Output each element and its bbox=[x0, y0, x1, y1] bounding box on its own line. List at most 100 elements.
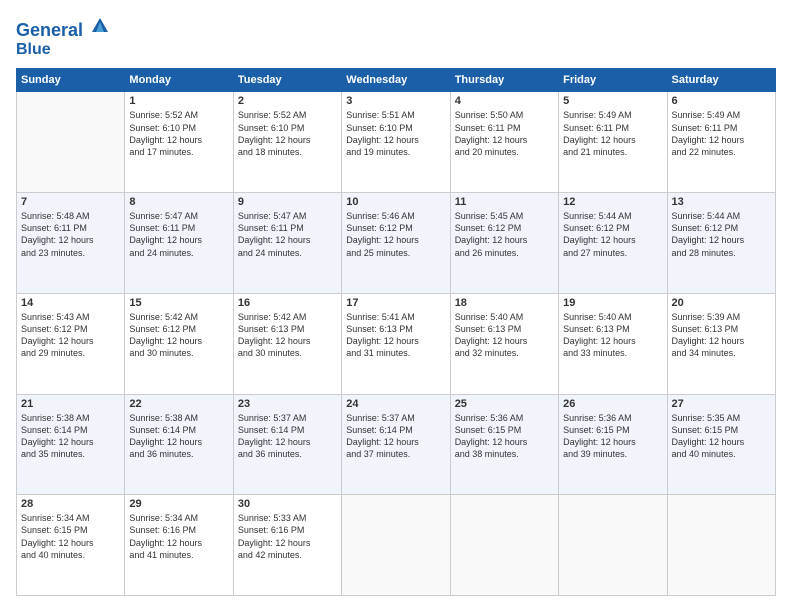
calendar-week-row: 7Sunrise: 5:48 AM Sunset: 6:11 PM Daylig… bbox=[17, 193, 776, 294]
calendar-cell: 28 Sunrise: 5:34 AM Sunset: 6:15 PM Dayli… bbox=[17, 495, 125, 596]
day-info: Sunrise: 5:37 AM Sunset: 6:14 PM Dayligh… bbox=[238, 412, 337, 461]
day-number: 21 bbox=[21, 398, 120, 410]
day-info: Sunrise: 5:42 AM Sunset: 6:12 PM Dayligh… bbox=[129, 311, 228, 360]
calendar-cell: 13 Sunrise: 5:44 AM Sunset: 6:12 PM Dayli… bbox=[667, 193, 775, 294]
calendar-cell: 30Sunrise: 5:33 AM Sunset: 6:16 PM Dayli… bbox=[233, 495, 341, 596]
calendar-cell: 9 Sunrise: 5:47 AM Sunset: 6:11 PM Daylig… bbox=[233, 193, 341, 294]
calendar-week-row: 14Sunrise: 5:43 AM Sunset: 6:12 PM Dayli… bbox=[17, 293, 776, 394]
header-wednesday: Wednesday bbox=[342, 69, 450, 92]
logo-general: General bbox=[16, 20, 83, 40]
day-number: 24 bbox=[346, 398, 445, 410]
calendar-cell: 17 Sunrise: 5:41 AM Sunset: 6:13 PM Dayli… bbox=[342, 293, 450, 394]
day-number: 20 bbox=[672, 297, 771, 309]
day-info: Sunrise: 5:47 AM Sunset: 6:11 PM Dayligh… bbox=[129, 210, 228, 259]
day-number: 6 bbox=[672, 95, 771, 107]
day-info: Sunrise: 5:33 AM Sunset: 6:16 PM Dayligh… bbox=[238, 512, 337, 561]
calendar-cell: 23 Sunrise: 5:37 AM Sunset: 6:14 PM Dayli… bbox=[233, 394, 341, 495]
calendar-cell: 26 Sunrise: 5:36 AM Sunset: 6:15 PM Dayli… bbox=[559, 394, 667, 495]
logo-blue: Blue bbox=[16, 41, 110, 59]
calendar-cell: 24 Sunrise: 5:37 AM Sunset: 6:14 PM Dayli… bbox=[342, 394, 450, 495]
day-number: 22 bbox=[129, 398, 228, 410]
calendar-cell: 21 Sunrise: 5:38 AM Sunset: 6:14 PM Dayli… bbox=[17, 394, 125, 495]
day-info: Sunrise: 5:44 AM Sunset: 6:12 PM Dayligh… bbox=[672, 210, 771, 259]
calendar-cell: 16Sunrise: 5:42 AM Sunset: 6:13 PM Dayli… bbox=[233, 293, 341, 394]
day-number: 13 bbox=[672, 196, 771, 208]
day-info: Sunrise: 5:52 AM Sunset: 6:10 PM Dayligh… bbox=[129, 109, 228, 158]
day-info: Sunrise: 5:35 AM Sunset: 6:15 PM Dayligh… bbox=[672, 412, 771, 461]
calendar-cell: 12Sunrise: 5:44 AM Sunset: 6:12 PM Dayli… bbox=[559, 193, 667, 294]
day-info: Sunrise: 5:34 AM Sunset: 6:15 PM Dayligh… bbox=[21, 512, 120, 561]
day-number: 29 bbox=[129, 498, 228, 510]
day-number: 3 bbox=[346, 95, 445, 107]
calendar-cell: 19 Sunrise: 5:40 AM Sunset: 6:13 PM Dayli… bbox=[559, 293, 667, 394]
calendar-cell: 18 Sunrise: 5:40 AM Sunset: 6:13 PM Dayli… bbox=[450, 293, 558, 394]
day-info: Sunrise: 5:37 AM Sunset: 6:14 PM Dayligh… bbox=[346, 412, 445, 461]
calendar-cell: 6 Sunrise: 5:49 AM Sunset: 6:11 PM Daylig… bbox=[667, 92, 775, 193]
day-number: 9 bbox=[238, 196, 337, 208]
weekday-header-row: Sunday Monday Tuesday Wednesday Thursday… bbox=[17, 69, 776, 92]
calendar-cell: 11Sunrise: 5:45 AM Sunset: 6:12 PM Dayli… bbox=[450, 193, 558, 294]
logo: General Blue bbox=[16, 16, 110, 58]
day-number: 11 bbox=[455, 196, 554, 208]
page: General Blue Sunday Monday Tuesday bbox=[0, 0, 792, 612]
calendar-cell bbox=[17, 92, 125, 193]
day-number: 27 bbox=[672, 398, 771, 410]
day-number: 17 bbox=[346, 297, 445, 309]
day-info: Sunrise: 5:52 AM Sunset: 6:10 PM Dayligh… bbox=[238, 109, 337, 158]
day-number: 1 bbox=[129, 95, 228, 107]
day-info: Sunrise: 5:50 AM Sunset: 6:11 PM Dayligh… bbox=[455, 109, 554, 158]
calendar-cell: 14Sunrise: 5:43 AM Sunset: 6:12 PM Dayli… bbox=[17, 293, 125, 394]
calendar-table: Sunday Monday Tuesday Wednesday Thursday… bbox=[16, 68, 776, 596]
header-friday: Friday bbox=[559, 69, 667, 92]
calendar-cell: 20 Sunrise: 5:39 AM Sunset: 6:13 PM Dayli… bbox=[667, 293, 775, 394]
header-saturday: Saturday bbox=[667, 69, 775, 92]
day-info: Sunrise: 5:40 AM Sunset: 6:13 PM Dayligh… bbox=[563, 311, 662, 360]
day-info: Sunrise: 5:49 AM Sunset: 6:11 PM Dayligh… bbox=[563, 109, 662, 158]
calendar-cell: 27 Sunrise: 5:35 AM Sunset: 6:15 PM Dayli… bbox=[667, 394, 775, 495]
day-info: Sunrise: 5:38 AM Sunset: 6:14 PM Dayligh… bbox=[21, 412, 120, 461]
calendar-cell: 5 Sunrise: 5:49 AM Sunset: 6:11 PM Daylig… bbox=[559, 92, 667, 193]
day-info: Sunrise: 5:51 AM Sunset: 6:10 PM Dayligh… bbox=[346, 109, 445, 158]
day-info: Sunrise: 5:41 AM Sunset: 6:13 PM Dayligh… bbox=[346, 311, 445, 360]
day-number: 15 bbox=[129, 297, 228, 309]
logo-icon bbox=[90, 16, 110, 36]
day-number: 25 bbox=[455, 398, 554, 410]
day-number: 10 bbox=[346, 196, 445, 208]
calendar-cell: 7Sunrise: 5:48 AM Sunset: 6:11 PM Daylig… bbox=[17, 193, 125, 294]
calendar-cell: 8 Sunrise: 5:47 AM Sunset: 6:11 PM Daylig… bbox=[125, 193, 233, 294]
day-info: Sunrise: 5:36 AM Sunset: 6:15 PM Dayligh… bbox=[455, 412, 554, 461]
logo-text: General bbox=[16, 16, 110, 41]
calendar-cell: 25 Sunrise: 5:36 AM Sunset: 6:15 PM Dayli… bbox=[450, 394, 558, 495]
calendar-cell: 2 Sunrise: 5:52 AM Sunset: 6:10 PM Daylig… bbox=[233, 92, 341, 193]
day-info: Sunrise: 5:49 AM Sunset: 6:11 PM Dayligh… bbox=[672, 109, 771, 158]
day-info: Sunrise: 5:39 AM Sunset: 6:13 PM Dayligh… bbox=[672, 311, 771, 360]
header-sunday: Sunday bbox=[17, 69, 125, 92]
calendar-cell: 10 Sunrise: 5:46 AM Sunset: 6:12 PM Dayli… bbox=[342, 193, 450, 294]
day-info: Sunrise: 5:46 AM Sunset: 6:12 PM Dayligh… bbox=[346, 210, 445, 259]
day-number: 26 bbox=[563, 398, 662, 410]
day-number: 2 bbox=[238, 95, 337, 107]
day-number: 7 bbox=[21, 196, 120, 208]
calendar-cell: 4Sunrise: 5:50 AM Sunset: 6:11 PM Daylig… bbox=[450, 92, 558, 193]
day-number: 18 bbox=[455, 297, 554, 309]
calendar-cell bbox=[450, 495, 558, 596]
calendar-week-row: 21 Sunrise: 5:38 AM Sunset: 6:14 PM Dayli… bbox=[17, 394, 776, 495]
calendar-cell bbox=[667, 495, 775, 596]
day-number: 5 bbox=[563, 95, 662, 107]
header: General Blue bbox=[16, 16, 776, 58]
day-number: 8 bbox=[129, 196, 228, 208]
day-info: Sunrise: 5:42 AM Sunset: 6:13 PM Dayligh… bbox=[238, 311, 337, 360]
day-number: 14 bbox=[21, 297, 120, 309]
calendar-week-row: 28 Sunrise: 5:34 AM Sunset: 6:15 PM Dayli… bbox=[17, 495, 776, 596]
day-number: 23 bbox=[238, 398, 337, 410]
day-info: Sunrise: 5:47 AM Sunset: 6:11 PM Dayligh… bbox=[238, 210, 337, 259]
day-info: Sunrise: 5:34 AM Sunset: 6:16 PM Dayligh… bbox=[129, 512, 228, 561]
day-number: 19 bbox=[563, 297, 662, 309]
day-info: Sunrise: 5:36 AM Sunset: 6:15 PM Dayligh… bbox=[563, 412, 662, 461]
day-number: 12 bbox=[563, 196, 662, 208]
calendar-cell: 1 Sunrise: 5:52 AM Sunset: 6:10 PM Daylig… bbox=[125, 92, 233, 193]
day-number: 28 bbox=[21, 498, 120, 510]
calendar-cell: 15 Sunrise: 5:42 AM Sunset: 6:12 PM Dayli… bbox=[125, 293, 233, 394]
header-monday: Monday bbox=[125, 69, 233, 92]
day-info: Sunrise: 5:40 AM Sunset: 6:13 PM Dayligh… bbox=[455, 311, 554, 360]
